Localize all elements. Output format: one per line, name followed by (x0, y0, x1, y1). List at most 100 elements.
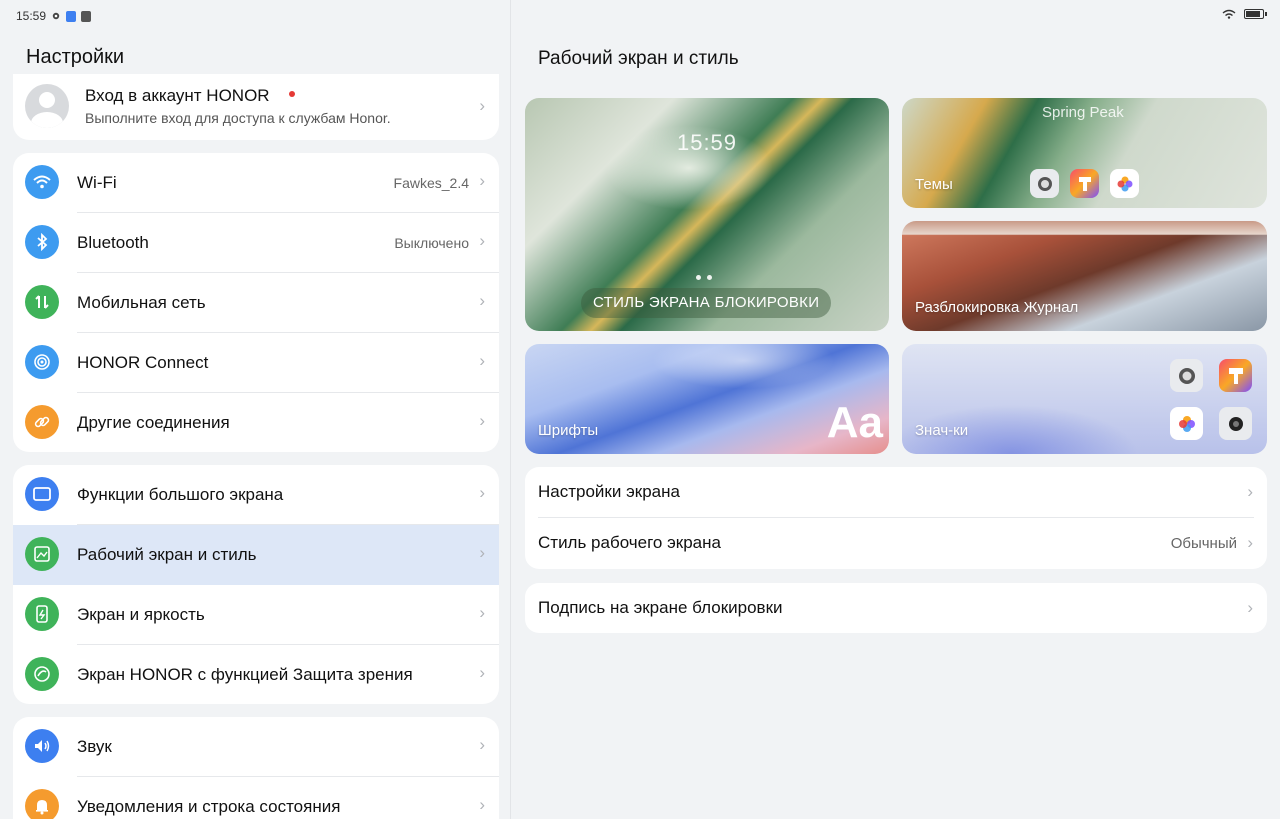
image-icon (25, 537, 59, 571)
item-label: Настройки экрана (538, 482, 680, 501)
wifi-status-icon (1222, 9, 1236, 19)
tablet-icon (25, 477, 59, 511)
bluetooth-status: Выключено (394, 235, 469, 251)
page-indicator (696, 275, 712, 280)
sidebar-item-notifications[interactable]: Уведомления и строка состояния › (13, 777, 499, 819)
app-notification-icon (66, 10, 77, 22)
sidebar-item-big-screen[interactable]: Функции большого экрана › (13, 465, 499, 525)
battery-icon (1244, 9, 1267, 19)
page-title: Настройки (26, 46, 125, 68)
chevron-right-icon: › (479, 96, 485, 115)
chevron-right-icon: › (479, 735, 485, 754)
chevron-right-icon: › (479, 663, 485, 682)
fonts-label: Шрифты (538, 422, 599, 439)
display-settings-item[interactable]: Настройки экрана › (525, 467, 1267, 518)
item-label: Подпись на экране блокировки (538, 598, 783, 617)
unlock-journal-tile[interactable]: Разблокировка Журнал (902, 221, 1267, 331)
chevron-right-icon: › (479, 351, 485, 370)
lockscreen-clock: 15:59 (676, 130, 738, 155)
chevron-right-icon: › (1247, 533, 1253, 552)
notification-dot (289, 91, 295, 97)
wifi-icon (25, 165, 59, 199)
sidebar-item-honor-connect[interactable]: HONOR Connect › (13, 333, 499, 393)
sidebar-item-label: Мобильная сеть (77, 293, 206, 312)
upload-notification-icon (81, 10, 92, 22)
sidebar-item-label: Экран и яркость (77, 605, 205, 624)
sidebar-item-label: Уведомления и строка состояния (77, 797, 341, 816)
detail-title: Рабочий экран и стиль (538, 48, 739, 69)
gallery-app-icon (1110, 169, 1139, 198)
settings-app-icon (1170, 359, 1203, 392)
display-settings-list: Настройки экрана › Стиль рабочего экрана… (525, 467, 1267, 569)
lockscreen-style-label: СТИЛЬ ЭКРАНА БЛОКИРОВКИ (581, 288, 832, 318)
sidebar-item-bluetooth[interactable]: Bluetooth Выключено › (13, 213, 499, 273)
sidebar-item-label: Функции большого экрана (77, 485, 284, 504)
themes-app-icon (1219, 359, 1252, 392)
sidebar-item-label: Wi-Fi (77, 173, 117, 192)
honor-connect-icon (25, 345, 59, 379)
bluetooth-icon (25, 225, 59, 259)
sidebar-item-label: Экран HONOR с функцией Защита зрения (77, 665, 413, 684)
sidebar-item-label: Звук (77, 737, 112, 756)
chevron-right-icon: › (1247, 598, 1253, 617)
avatar (25, 84, 69, 128)
home-screen-style-value: Обычный (1170, 535, 1237, 552)
item-label: Стиль рабочего экрана (538, 533, 721, 552)
eye-comfort-icon (25, 657, 59, 691)
chevron-right-icon: › (479, 291, 485, 310)
font-sample: Aa (826, 398, 883, 447)
chevron-right-icon: › (479, 795, 485, 814)
sound-icon (25, 729, 59, 763)
status-time: 15:59 (16, 9, 47, 23)
sidebar-item-sound[interactable]: Звук › (13, 717, 499, 777)
sidebar-item-label: Другие соединения (77, 413, 230, 432)
icons-label: Знач-ки (915, 422, 969, 439)
sidebar-item-display-brightness[interactable]: Экран и яркость › (13, 585, 499, 645)
chevron-right-icon: › (479, 171, 485, 190)
connections-group: Wi-Fi Fawkes_2.4 › Bluetooth Выключено ›… (13, 153, 499, 452)
status-bar-left: 15:59 (16, 9, 92, 23)
lockscreen-style-tile[interactable]: 15:59 СТИЛЬ ЭКРАНА БЛОКИРОВКИ (525, 98, 889, 331)
chevron-right-icon: › (479, 231, 485, 250)
themes-app-icon (1070, 169, 1099, 198)
sidebar-item-eye-comfort[interactable]: Экран HONOR с функцией Защита зрения › (13, 645, 499, 704)
gear-icon (52, 12, 60, 20)
unlock-journal-label: Разблокировка Журнал (915, 299, 1079, 316)
chevron-right-icon: › (479, 483, 485, 502)
sidebar-item-mobile-network[interactable]: Мобильная сеть › (13, 273, 499, 333)
settings-sidebar: 15:59 Настройки Вход в аккаунт HONOR Вып… (0, 0, 511, 819)
account-subtitle: Выполните вход для доступа к службам Hon… (85, 110, 391, 126)
settings-app-icon (1030, 169, 1059, 198)
chevron-right-icon: › (479, 543, 485, 562)
icons-tile[interactable]: Знач-ки (902, 344, 1267, 454)
sidebar-item-other-connections[interactable]: Другие соединения › (13, 393, 499, 452)
sidebar-item-label: HONOR Connect (77, 353, 209, 372)
home-screen-style-item[interactable]: Стиль рабочего экрана Обычный › (525, 518, 1267, 569)
sidebar-item-wifi[interactable]: Wi-Fi Fawkes_2.4 › (13, 153, 499, 213)
theme-name: Spring Peak (1042, 104, 1124, 121)
fonts-tile[interactable]: Шрифты Aa (525, 344, 889, 454)
chevron-right-icon: › (479, 411, 485, 430)
chevron-right-icon: › (479, 603, 485, 622)
camera-app-icon (1219, 407, 1252, 440)
sidebar-item-label: Рабочий экран и стиль (77, 545, 257, 564)
display-group: Функции большого экрана › Рабочий экран … (13, 465, 499, 704)
themes-label: Темы (915, 176, 953, 193)
chevron-right-icon: › (1247, 482, 1253, 501)
mobile-network-icon (25, 285, 59, 319)
sound-group: Звук › Уведомления и строка состояния › (13, 717, 499, 819)
status-bar-right (1222, 9, 1267, 19)
wifi-network-name: Fawkes_2.4 (393, 175, 469, 191)
bell-icon (25, 789, 59, 819)
lockscreen-signature-card: Подпись на экране блокировки › (525, 583, 1267, 633)
detail-pane: Рабочий экран и стиль 15:59 СТИЛЬ ЭКРАНА… (512, 0, 1280, 819)
sidebar-item-home-screen-style[interactable]: Рабочий экран и стиль › (13, 525, 499, 585)
account-title: Вход в аккаунт HONOR (85, 86, 270, 105)
themes-tile[interactable]: Spring Peak Темы (902, 98, 1267, 208)
brightness-icon (25, 597, 59, 631)
sidebar-item-label: Bluetooth (77, 233, 149, 252)
link-icon (25, 405, 59, 439)
lockscreen-signature-item[interactable]: Подпись на экране блокировки › (525, 583, 1267, 633)
gallery-app-icon (1170, 407, 1203, 440)
account-card[interactable]: Вход в аккаунт HONOR Выполните вход для … (13, 74, 499, 140)
